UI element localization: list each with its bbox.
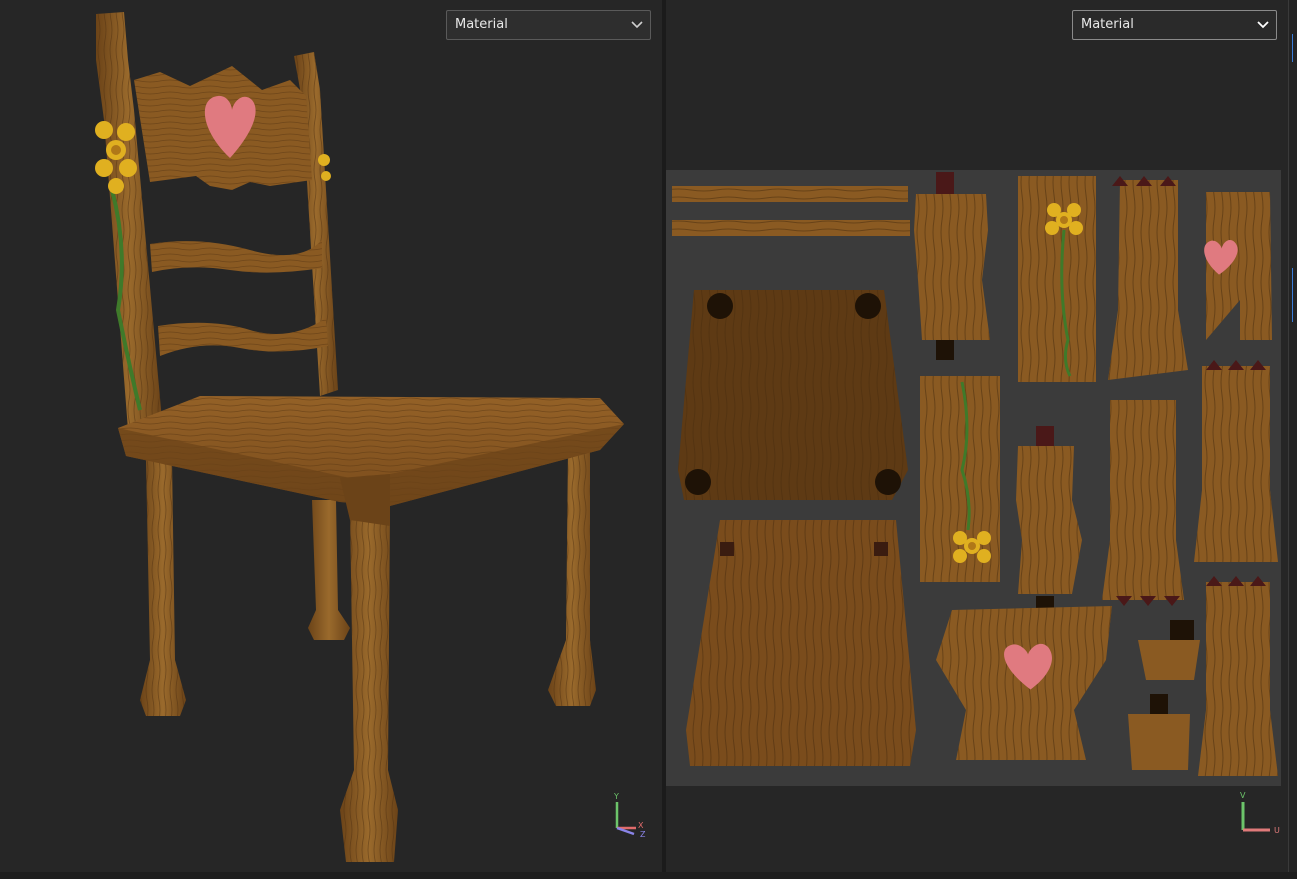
side-panel-strip[interactable] [1288, 0, 1297, 879]
dropdown-label: Material [1081, 17, 1134, 32]
chair-3d-model[interactable] [0, 0, 662, 872]
axis-gizmo-3d: Y X Z [604, 786, 654, 840]
bottom-status-bar [0, 872, 1297, 879]
axis-z-label: Z [640, 830, 646, 839]
axis-gizmo-uv: V U [1234, 786, 1286, 836]
material-dropdown-uv[interactable]: Material [1072, 10, 1277, 40]
axis-y-label: Y [613, 792, 619, 801]
uv-texture-area[interactable] [666, 170, 1281, 786]
viewport-uv[interactable]: Material [666, 0, 1288, 872]
material-dropdown-3d[interactable]: Material [446, 10, 651, 40]
backrest [95, 12, 338, 430]
viewport-3d[interactable]: Material [0, 0, 662, 872]
axis-v-label: V [1240, 791, 1246, 800]
side-panel-marker [1292, 268, 1296, 322]
front-leg [340, 510, 398, 862]
axis-x-label: X [638, 821, 644, 830]
axis-u-label: U [1274, 826, 1280, 835]
uv-islands [672, 172, 1278, 776]
dropdown-label: Material [455, 17, 508, 32]
side-panel-marker [1292, 34, 1296, 62]
chevron-down-icon [631, 20, 643, 30]
seat [118, 396, 624, 526]
chevron-down-icon [1257, 20, 1269, 30]
